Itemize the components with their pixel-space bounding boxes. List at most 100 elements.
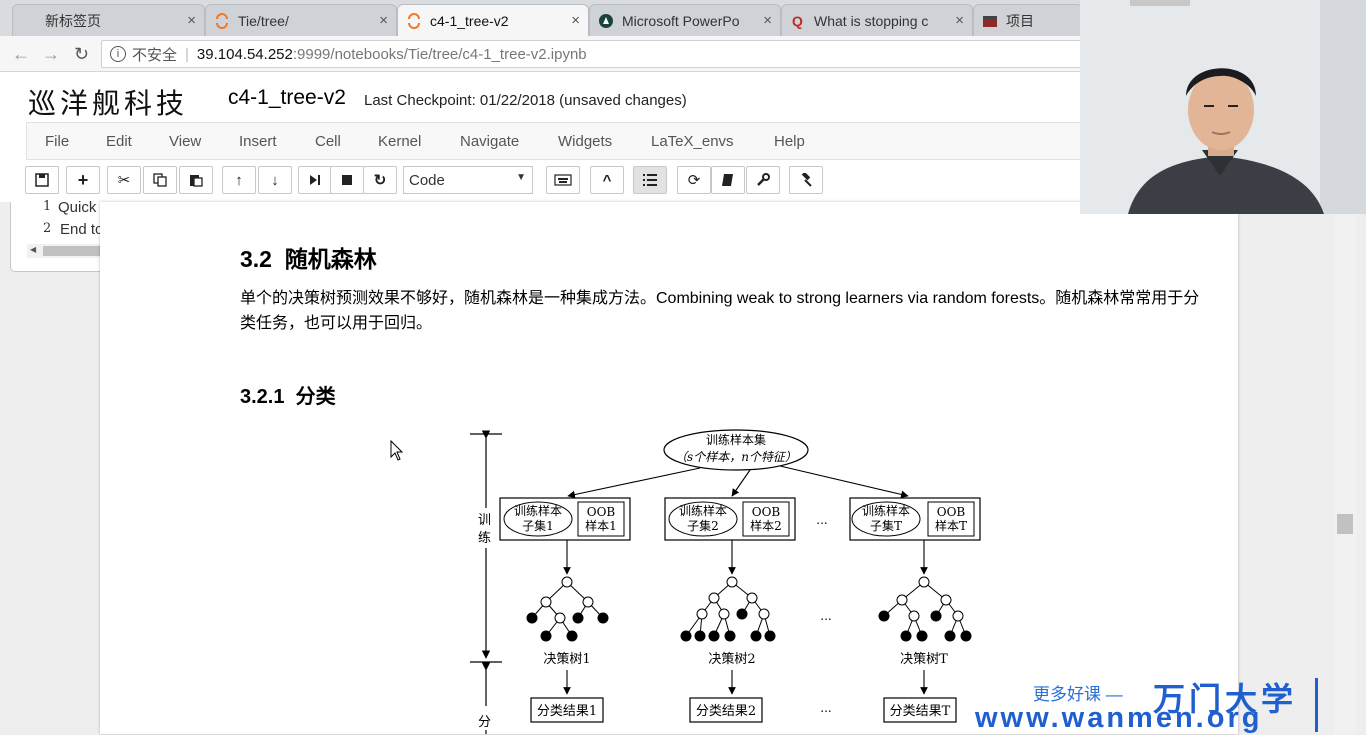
tab-label: Microsoft PowerPo xyxy=(622,12,740,29)
mouse-cursor-icon xyxy=(390,440,404,461)
oob-sublabel: 样本1 xyxy=(585,518,617,533)
heading-text: 分类 xyxy=(295,386,336,408)
oob-label: OOB xyxy=(937,505,966,519)
notebook-title[interactable]: c4-1_tree-v2 xyxy=(228,86,346,110)
project-icon xyxy=(982,13,998,29)
book-icon[interactable] xyxy=(711,166,745,194)
menu-file[interactable]: File xyxy=(45,133,69,150)
phase-label-train-1: 训 xyxy=(478,513,491,528)
notebook-toolbar: + ✂ ↑ ↓ ↻ Code ▼ ^ ⟳ xyxy=(0,164,1080,198)
chevron-down-icon: ▼ xyxy=(516,172,526,183)
reload-icon[interactable]: ↻ xyxy=(74,44,89,65)
tab-label: 项目 xyxy=(1006,12,1034,29)
refresh-icon[interactable]: ⟳ xyxy=(677,166,711,194)
menu-view[interactable]: View xyxy=(169,133,201,150)
menu-help[interactable]: Help xyxy=(774,133,805,150)
tab-close-icon[interactable]: × xyxy=(379,12,388,29)
subset-label: 训练样本 xyxy=(514,503,562,518)
move-down-icon[interactable]: ↓ xyxy=(258,166,292,194)
toc-item-num: 2 xyxy=(43,221,52,236)
cell-type-value: Code xyxy=(409,172,445,189)
copy-icon[interactable] xyxy=(143,166,177,194)
tab-close-icon[interactable]: × xyxy=(955,12,964,29)
quora-icon: Q xyxy=(790,13,806,29)
notebook-body: 1 Quick Start 2 End to end ▲ ▼ ◀ ▶ ◢ 3.2… xyxy=(0,199,1366,734)
tab-project[interactable]: 项目 xyxy=(973,4,1083,36)
checkpoint-status: Last Checkpoint: 01/22/2018 (unsaved cha… xyxy=(364,92,687,109)
gavel-icon[interactable] xyxy=(789,166,823,194)
menu-latex-envs[interactable]: LaTeX_envs xyxy=(651,133,734,150)
tab-tie-tree[interactable]: Tie/tree/ × xyxy=(205,4,397,36)
chevron-up-icon[interactable]: ^ xyxy=(590,166,624,194)
presenter-webcam xyxy=(1080,0,1366,214)
page-scroll-thumb[interactable] xyxy=(1337,514,1353,534)
tree-label: 决策树1 xyxy=(543,651,590,667)
section-heading-3-2-1: 3.2.1 分类 xyxy=(240,380,336,409)
intro-paragraph: 单个的决策树预测效果不够好，随机森林是一种集成方法。Combining weak… xyxy=(240,290,1200,332)
cell-type-select[interactable]: Code ▼ xyxy=(403,166,533,194)
blank-page-icon xyxy=(21,13,37,29)
tab-close-icon[interactable]: × xyxy=(571,12,580,29)
url-input[interactable]: i 不安全 | 39.104.54.252:9999/notebooks/Tie… xyxy=(101,40,1101,68)
subset-sublabel: 子集2 xyxy=(687,518,719,533)
oob-sublabel: 样本T xyxy=(935,518,967,533)
watermark-bar xyxy=(1315,678,1318,732)
result-label: 分类结果1 xyxy=(537,704,597,719)
menu-bar: File Edit View Insert Cell Kernel Naviga… xyxy=(26,122,1086,160)
move-up-icon[interactable]: ↑ xyxy=(222,166,256,194)
tree-label: 决策树T xyxy=(900,651,948,667)
separator: | xyxy=(185,45,189,63)
restart-icon[interactable]: ↻ xyxy=(363,166,397,194)
tab-label: Tie/tree/ xyxy=(238,12,289,29)
subset-label: 训练样本 xyxy=(862,503,910,518)
security-label: 不安全 xyxy=(132,46,178,64)
save-icon[interactable] xyxy=(25,166,59,194)
info-icon[interactable]: i xyxy=(110,46,126,62)
company-logo[interactable]: 巡洋舰科技 xyxy=(28,82,188,122)
menu-insert[interactable]: Insert xyxy=(239,133,277,150)
decision-tree-2 xyxy=(680,576,776,642)
decision-tree-t xyxy=(878,576,972,642)
page-scrollbar[interactable] xyxy=(1334,202,1356,734)
menu-navigate[interactable]: Navigate xyxy=(460,133,519,150)
heading-number: 3.2.1 xyxy=(240,386,285,408)
scroll-left-icon[interactable]: ◀ xyxy=(30,245,36,254)
url-host: 39.104.54.252 xyxy=(196,45,293,63)
tab-label: 新标签页 xyxy=(45,12,101,29)
menu-edit[interactable]: Edit xyxy=(106,133,132,150)
svg-text:Q: Q xyxy=(792,13,803,29)
heading-number: 3.2 xyxy=(240,246,272,272)
msu-spartan-icon xyxy=(598,13,614,29)
menu-widgets[interactable]: Widgets xyxy=(558,133,612,150)
run-icon[interactable] xyxy=(298,166,332,194)
subset-sublabel: 子集1 xyxy=(522,518,554,533)
stop-icon[interactable] xyxy=(330,166,364,194)
tab-close-icon[interactable]: × xyxy=(187,12,196,29)
result-label: 分类结果2 xyxy=(696,704,756,719)
tab-c4-1-tree-v2[interactable]: c4-1_tree-v2 × xyxy=(397,4,589,36)
paste-icon[interactable] xyxy=(179,166,213,194)
menu-kernel[interactable]: Kernel xyxy=(378,133,421,150)
cut-icon[interactable]: ✂ xyxy=(107,166,141,194)
random-forest-diagram: 训 练 分 训练样本集 （s个样本，n个特征） 训练样本 子集1 OOB 样本1 xyxy=(470,429,981,734)
tab-microsoft-powerpoint[interactable]: Microsoft PowerPo × xyxy=(589,4,781,36)
oob-label: OOB xyxy=(752,505,781,519)
subset-sublabel: 子集T xyxy=(870,518,902,533)
tab-close-icon[interactable]: × xyxy=(763,12,772,29)
forward-icon[interactable]: → xyxy=(42,44,60,65)
wrench-icon[interactable] xyxy=(746,166,780,194)
ellipsis: ... xyxy=(816,513,827,527)
menu-cell[interactable]: Cell xyxy=(315,133,341,150)
back-icon[interactable]: ← xyxy=(12,44,30,65)
phase-label-classify: 分 xyxy=(478,715,491,730)
decision-tree-1 xyxy=(526,576,609,642)
url-path: :9999/notebooks/Tie/tree/c4-1_tree-v2.ip… xyxy=(292,45,587,63)
tab-label: c4-1_tree-v2 xyxy=(430,12,509,29)
tab-new-tab[interactable]: 新标签页 × xyxy=(12,4,205,36)
keyboard-icon[interactable] xyxy=(546,166,580,194)
oob-sublabel: 样本2 xyxy=(750,518,782,533)
insert-cell-icon[interactable]: + xyxy=(66,166,100,194)
tab-quora[interactable]: Q What is stopping c × xyxy=(781,4,973,36)
toc-list-icon[interactable] xyxy=(633,166,667,194)
heading-text: 随机森林 xyxy=(284,246,377,272)
